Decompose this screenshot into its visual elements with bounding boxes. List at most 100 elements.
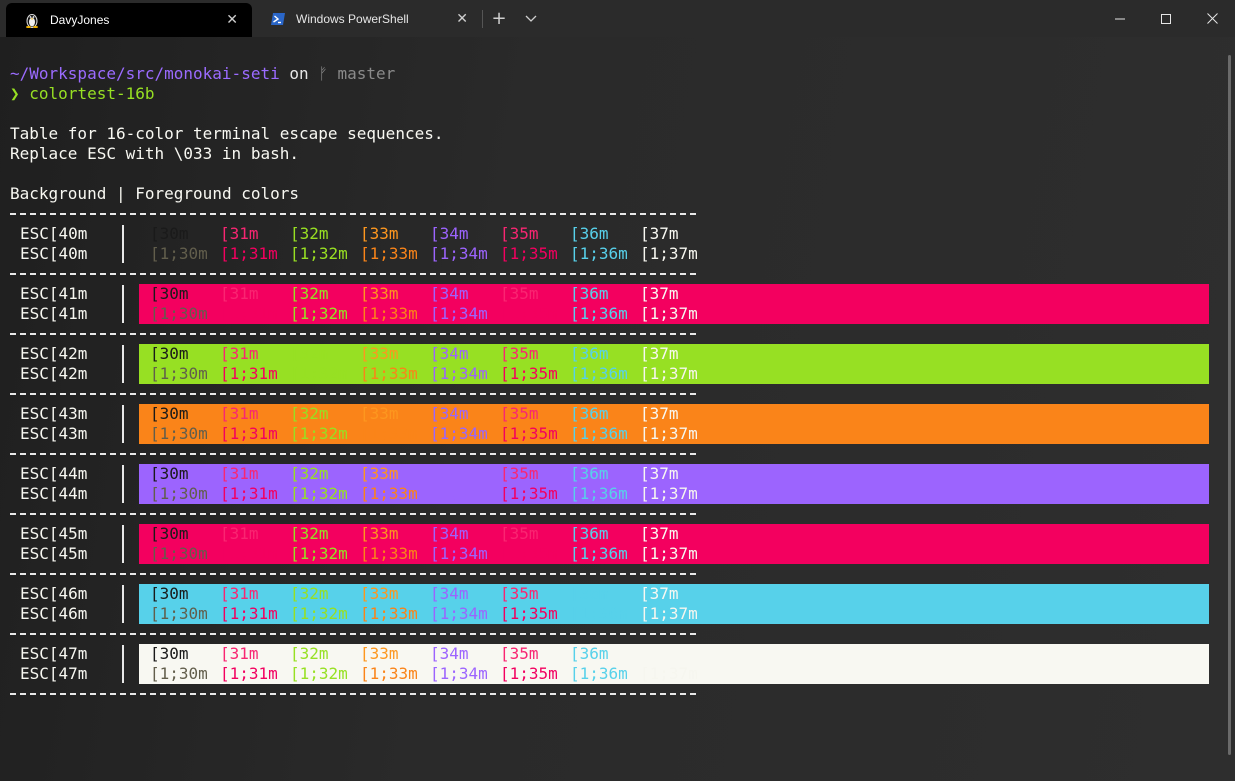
fg-sample-34: [34m — [430, 464, 469, 483]
fg-sample-37: [37m — [640, 404, 679, 423]
fg-sample-37: [37m — [640, 284, 679, 303]
fg-sample-34: [34m — [430, 584, 469, 603]
new-tab-plus-icon[interactable]: + — [483, 0, 515, 37]
fg-sample-37-bold: [1;37m — [640, 544, 698, 563]
minimize-icon[interactable] — [1097, 0, 1143, 37]
fg-sample-33-bold: [1;33m — [360, 304, 418, 323]
window-controls — [1097, 0, 1235, 37]
fg-sample-30: [30m — [150, 584, 189, 603]
fg-sample-33-bold: [1;33m — [360, 244, 418, 263]
fg-sample-31: [31m — [220, 584, 259, 603]
close-icon[interactable]: ✕ — [456, 11, 468, 27]
header-foreground: Foreground colors — [135, 184, 300, 203]
table-header: Background | Foreground colors — [10, 184, 299, 204]
fg-sample-34: [34m — [430, 404, 469, 423]
fg-sample-33: [33m — [360, 584, 399, 603]
fg-sample-32-bold: [1;32m — [290, 664, 348, 683]
fg-sample-36: [36m — [570, 584, 609, 603]
fg-sample-33: [33m — [360, 464, 399, 483]
fg-sample-32-bold: [1;32m — [290, 244, 348, 263]
fg-sample-36-bold: [1;36m — [570, 304, 628, 323]
tab-davyjones[interactable]: DavyJones ✕ — [6, 3, 252, 37]
divider-line — [0, 444, 700, 464]
fg-sample-32-bold: [1;32m — [290, 364, 348, 383]
escape-code-label: ESC[44m — [20, 484, 88, 503]
fg-sample-31-bold: [1;31m — [220, 304, 278, 323]
divider-line — [0, 504, 700, 524]
fg-sample-30: [30m — [150, 224, 189, 243]
escape-code-label: ESC[47m — [20, 644, 88, 663]
escape-code-label: ESC[47m — [20, 664, 88, 683]
escape-code-label: ESC[40m — [20, 224, 88, 243]
fg-sample-37: [37m — [640, 644, 679, 663]
fg-sample-36: [36m — [570, 644, 609, 663]
fg-sample-32-bold: [1;32m — [290, 304, 348, 323]
fg-sample-33-bold: [1;33m — [360, 604, 418, 623]
column-separator — [122, 465, 124, 503]
dashed-rule — [10, 513, 698, 515]
escape-code-label: ESC[46m — [20, 584, 88, 603]
fg-sample-36: [36m — [570, 224, 609, 243]
fg-sample-36: [36m — [570, 284, 609, 303]
fg-sample-37-bold: [1;37m — [640, 244, 698, 263]
fg-sample-34-bold: [1;34m — [430, 484, 488, 503]
maximize-icon[interactable] — [1143, 0, 1189, 37]
close-icon[interactable]: ✕ — [226, 12, 238, 28]
fg-sample-35: [35m — [500, 224, 539, 243]
fg-sample-33: [33m — [360, 224, 399, 243]
fg-sample-37-bold: [1;37m — [640, 424, 698, 443]
dashed-rule — [10, 273, 698, 275]
fg-sample-30-bold: [1;30m — [150, 544, 208, 563]
divider-line — [0, 684, 700, 704]
fg-sample-37: [37m — [640, 224, 679, 243]
fg-sample-32: [32m — [290, 524, 329, 543]
escape-code-label: ESC[41m — [20, 304, 88, 323]
dashed-rule — [10, 213, 698, 215]
fg-sample-37-bold: [1;37m — [640, 304, 698, 323]
column-separator — [122, 225, 124, 263]
fg-sample-35: [35m — [500, 584, 539, 603]
fg-sample-33-bold: [1;33m — [360, 544, 418, 563]
escape-code-label: ESC[44m — [20, 464, 88, 483]
chevron-down-icon[interactable] — [515, 0, 547, 37]
fg-sample-31: [31m — [220, 644, 259, 663]
fg-sample-30: [30m — [150, 404, 189, 423]
dashed-rule — [10, 333, 698, 335]
fg-sample-35-bold: [1;35m — [500, 304, 558, 323]
fg-sample-34-bold: [1;34m — [430, 244, 488, 263]
fg-sample-36-bold: [1;36m — [570, 364, 628, 383]
command-line: ❯ colortest-16b — [10, 84, 155, 104]
fg-sample-34: [34m — [430, 284, 469, 303]
fg-sample-31-bold: [1;31m — [220, 664, 278, 683]
tab-windows-powershell[interactable]: Windows PowerShell ✕ — [252, 0, 482, 37]
fg-sample-37-bold: [1;37m — [640, 604, 698, 623]
fg-sample-31-bold: [1;31m — [220, 424, 278, 443]
terminal-pane[interactable]: ~/Workspace/src/monokai-seti on ᚠ master… — [0, 37, 1235, 781]
escape-code-label: ESC[42m — [20, 344, 88, 363]
fg-sample-35-bold: [1;35m — [500, 364, 558, 383]
fg-sample-32-bold: [1;32m — [290, 544, 348, 563]
fg-sample-30: [30m — [150, 524, 189, 543]
divider-line — [0, 624, 700, 644]
fg-sample-31: [31m — [220, 404, 259, 423]
escape-code-label: ESC[40m — [20, 244, 88, 263]
scrollbar[interactable] — [1228, 55, 1231, 755]
escape-code-label: ESC[45m — [20, 544, 88, 563]
fg-sample-34: [34m — [430, 644, 469, 663]
fg-sample-37: [37m — [640, 584, 679, 603]
fg-sample-30-bold: [1;30m — [150, 424, 208, 443]
fg-sample-31: [31m — [220, 224, 259, 243]
fg-sample-31-bold: [1;31m — [220, 244, 278, 263]
fg-sample-31: [31m — [220, 464, 259, 483]
fg-sample-34-bold: [1;34m — [430, 424, 488, 443]
fg-sample-31-bold: [1;31m — [220, 484, 278, 503]
fg-sample-34: [34m — [430, 344, 469, 363]
fg-sample-34-bold: [1;34m — [430, 604, 488, 623]
prompt-line: ~/Workspace/src/monokai-seti on ᚠ master — [10, 64, 395, 84]
fg-sample-31: [31m — [220, 524, 259, 543]
fg-sample-33-bold: [1;33m — [360, 484, 418, 503]
close-window-icon[interactable] — [1189, 0, 1235, 37]
fg-sample-30: [30m — [150, 284, 189, 303]
fg-sample-35-bold: [1;35m — [500, 604, 558, 623]
fg-sample-36-bold: [1;36m — [570, 424, 628, 443]
